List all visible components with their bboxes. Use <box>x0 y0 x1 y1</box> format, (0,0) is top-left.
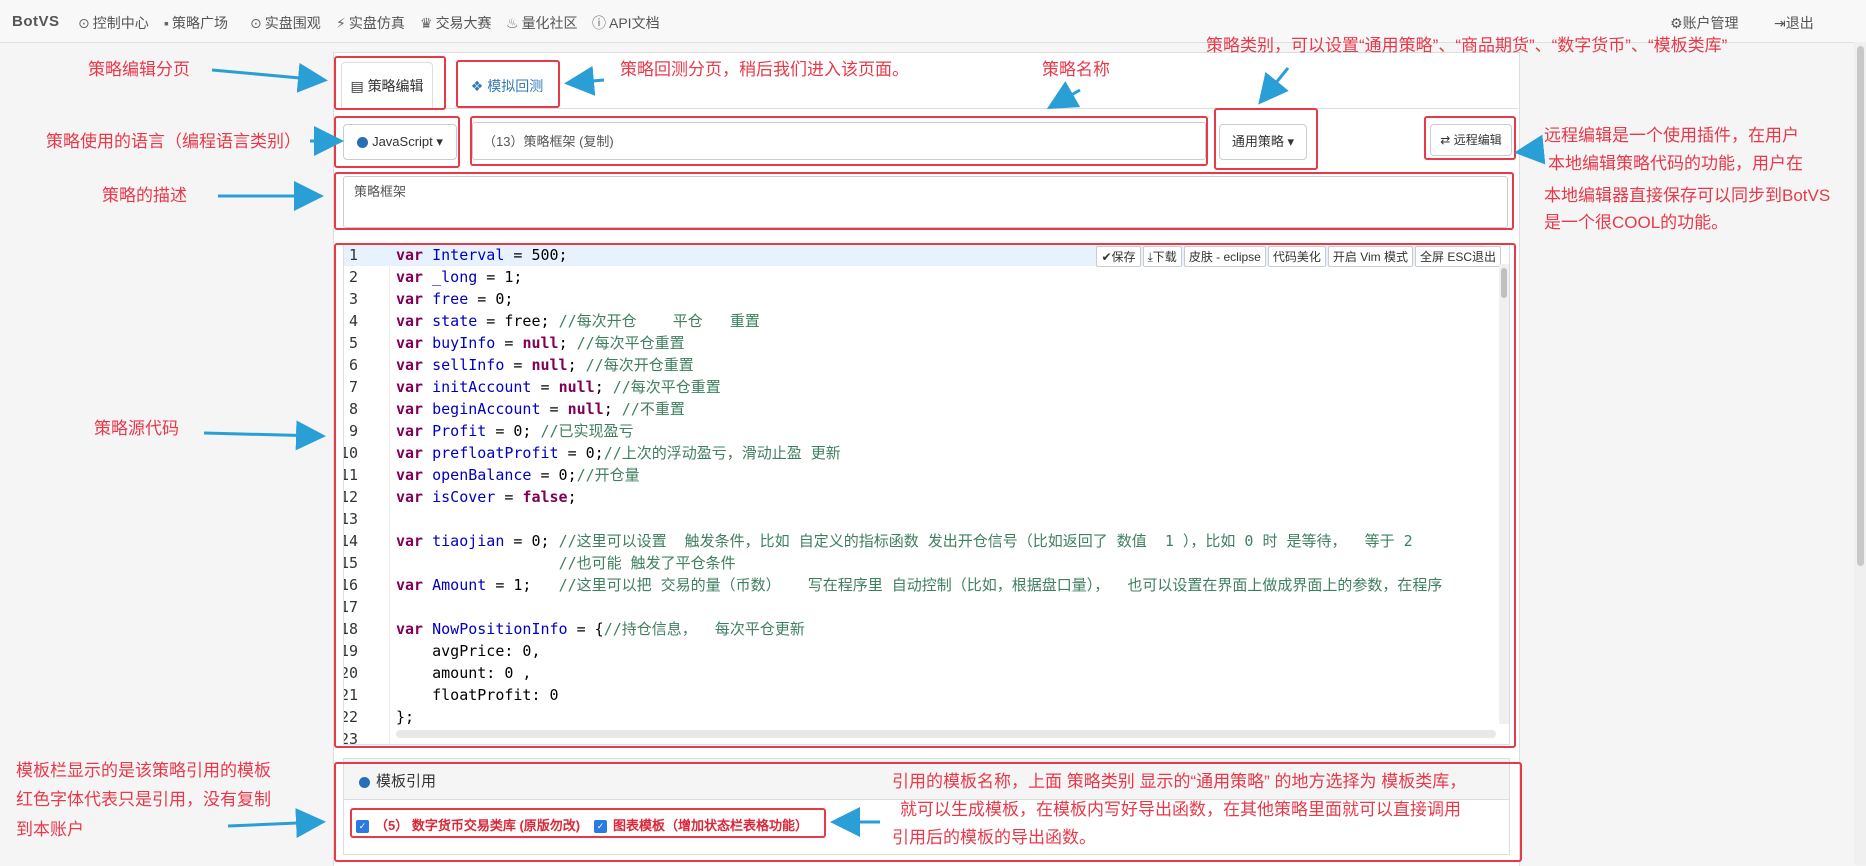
gear-icon: ⚙ <box>1670 15 1683 31</box>
highlight-source-code <box>334 243 1516 748</box>
brand-logo[interactable]: BotVS <box>12 13 60 30</box>
annotation-template-bar-2: 红色字体代表只是引用，没有复制 <box>16 790 271 809</box>
logout-icon: ⇥ <box>1774 15 1786 31</box>
annotation-remote-1: 远程编辑是一个使用插件，在用户 <box>1544 126 1799 145</box>
nav-logout[interactable]: ⇥退出 <box>1774 13 1814 33</box>
highlight-edit-tab <box>334 56 446 110</box>
fire-icon: ♨ <box>506 15 519 31</box>
nav-live-watch[interactable]: ⊙ 实盘围观 <box>250 13 321 33</box>
annotation-template-bar-3: 到本账户 <box>16 820 84 839</box>
annotation-template-bar-1: 模板栏显示的是该策略引用的模板 <box>16 761 271 780</box>
highlight-template-items <box>350 808 826 838</box>
nav-account[interactable]: ⚙账户管理 <box>1670 13 1739 33</box>
dashboard-icon: ⊙ <box>78 15 90 31</box>
annotation-remote-4: 是一个很COOL的功能。 <box>1544 213 1729 232</box>
nav-community[interactable]: ♨ 量化社区 <box>506 13 578 33</box>
annotation-category: 策略类别，可以设置“通用策略”、“商品期货”、“数字货币”、“模板类库” <box>1206 36 1728 55</box>
play-icon: ⊙ <box>250 15 262 31</box>
annotation-backtest-tab: 策略回测分页，稍后我们进入该页面。 <box>620 60 909 79</box>
highlight-name <box>470 116 1208 166</box>
highlight-language <box>334 116 460 168</box>
nav-api-docs[interactable]: ⓘ API文档 <box>592 13 660 33</box>
nav-contest[interactable]: ♛ 交易大赛 <box>420 13 492 33</box>
annotation-source: 策略源代码 <box>94 419 179 438</box>
nav-dashboard[interactable]: ⊙ 控制中心 <box>78 13 149 33</box>
cart-icon: ▪ <box>164 15 169 31</box>
annotation-description: 策略的描述 <box>102 186 187 205</box>
annotation-template-name-3: 引用后的模板的导出函数。 <box>892 828 1096 847</box>
page-scroll-thumb[interactable] <box>1857 46 1864 566</box>
annotation-language: 策略使用的语言（编程语言类别） <box>46 132 301 151</box>
bolt-icon: ⚡ <box>336 15 346 31</box>
annotation-template-name-2: 就可以生成模板，在模板内写好导出函数，在其他策略里面就可以直接调用 <box>900 800 1461 819</box>
highlight-remote-edit <box>1424 116 1516 160</box>
annotation-edit-tab: 策略编辑分页 <box>88 60 190 79</box>
nav-live-sim[interactable]: ⚡ 实盘仿真 <box>336 13 405 33</box>
nav-strategy-square[interactable]: ▪ 策略广场 <box>164 13 228 33</box>
annotation-template-name-1: 引用的模板名称，上面 策略类别 显示的“通用策略” 的地方选择为 模板类库， <box>892 772 1467 791</box>
trophy-icon: ♛ <box>420 15 433 31</box>
annotation-remote-3: 本地编辑器直接保存可以同步到BotVS <box>1544 186 1831 205</box>
highlight-description <box>334 172 1514 230</box>
info-icon: ⓘ <box>592 15 606 31</box>
highlight-backtest-tab <box>456 60 560 108</box>
annotation-remote-2: 本地编辑策略代码的功能，用户在 <box>1548 154 1803 173</box>
annotation-name: 策略名称 <box>1042 60 1110 79</box>
highlight-category <box>1214 108 1318 170</box>
